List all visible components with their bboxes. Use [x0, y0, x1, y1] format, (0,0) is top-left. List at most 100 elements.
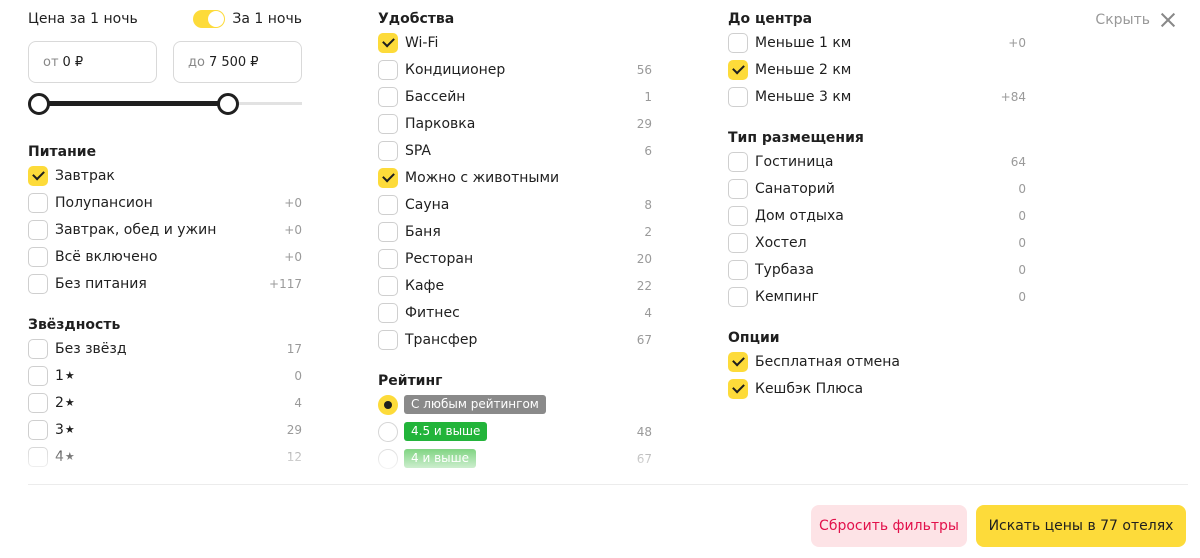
- slider-min-handle[interactable]: [28, 93, 50, 115]
- checkbox[interactable]: [28, 246, 48, 267]
- amenities-option[interactable]: Бассейн 1: [378, 83, 652, 110]
- hide-filters-button[interactable]: Скрыть: [1095, 12, 1176, 28]
- checkbox[interactable]: [728, 378, 748, 399]
- accommodation-option[interactable]: Турбаза 0: [728, 256, 1026, 283]
- checkbox[interactable]: [28, 392, 48, 413]
- amenities-option[interactable]: Wi-Fi: [378, 29, 652, 56]
- checkbox[interactable]: [28, 192, 48, 213]
- checkbox[interactable]: [378, 248, 398, 269]
- amenities-option[interactable]: Баня 2: [378, 218, 652, 245]
- toggle-label: За 1 ночь: [232, 11, 302, 27]
- amenities-option-count: 22: [636, 278, 652, 293]
- options-title: Опции: [728, 330, 780, 346]
- food-option[interactable]: Завтрак: [28, 162, 302, 189]
- stars-option[interactable]: Без звёзд 17: [28, 335, 302, 362]
- checkbox[interactable]: [378, 221, 398, 242]
- amenities-option-label: Сауна: [405, 196, 450, 213]
- checkbox[interactable]: [378, 167, 398, 188]
- distance-list: Меньше 1 км +0 Меньше 2 км Меньше 3 км +84: [728, 29, 1026, 110]
- options-option-label: Кешбэк Плюса: [755, 380, 864, 397]
- checkbox[interactable]: [28, 419, 48, 440]
- price-from-input[interactable]: от 0 ₽: [28, 41, 157, 83]
- amenities-option[interactable]: Кафе 22: [378, 272, 652, 299]
- checkbox[interactable]: [28, 365, 48, 386]
- checkbox[interactable]: [28, 273, 48, 294]
- checkbox[interactable]: [28, 446, 48, 467]
- rating-badge: С любым рейтингом: [404, 395, 546, 414]
- stars-option[interactable]: 1 ★ 0: [28, 362, 302, 389]
- checkbox[interactable]: [728, 286, 748, 307]
- options-option[interactable]: Бесплатная отмена: [728, 348, 1026, 375]
- accommodation-option[interactable]: Кемпинг 0: [728, 283, 1026, 310]
- food-option[interactable]: Полупансион +0: [28, 189, 302, 216]
- radio-button[interactable]: [378, 394, 398, 415]
- checkbox[interactable]: [378, 302, 398, 323]
- checkbox[interactable]: [28, 338, 48, 359]
- food-option[interactable]: Без питания +117: [28, 270, 302, 297]
- checkbox[interactable]: [728, 151, 748, 172]
- per-night-toggle[interactable]: За 1 ночь: [193, 10, 302, 28]
- checkbox[interactable]: [378, 194, 398, 215]
- filters-column-1: Цена за 1 ночь За 1 ночь от 0 ₽ до 7 500…: [28, 0, 302, 470]
- checkbox[interactable]: [728, 205, 748, 226]
- accommodation-option[interactable]: Дом отдыха 0: [728, 202, 1026, 229]
- stars-option-label: 2: [55, 394, 64, 411]
- amenities-option[interactable]: SPA 6: [378, 137, 652, 164]
- checkbox[interactable]: [378, 140, 398, 161]
- checkbox[interactable]: [728, 59, 748, 80]
- radio-button[interactable]: [378, 421, 398, 442]
- checkbox[interactable]: [728, 32, 748, 53]
- amenities-option-count: 2: [644, 224, 652, 239]
- accommodation-option[interactable]: Гостиница 64: [728, 148, 1026, 175]
- accommodation-option[interactable]: Санаторий 0: [728, 175, 1026, 202]
- amenities-option-count: 6: [644, 143, 652, 158]
- toggle-switch[interactable]: [193, 10, 226, 28]
- food-option[interactable]: Всё включено +0: [28, 243, 302, 270]
- checkbox[interactable]: [378, 59, 398, 80]
- checkbox[interactable]: [28, 219, 48, 240]
- checkbox[interactable]: [728, 178, 748, 199]
- distance-option[interactable]: Меньше 2 км: [728, 56, 1026, 83]
- filters-column-3: До центра Меньше 1 км +0 Меньше 2 км Меньше…: [728, 9, 1026, 402]
- rating-option-count: 67: [636, 451, 652, 466]
- radio-button[interactable]: [378, 448, 398, 469]
- accommodation-option[interactable]: Хостел 0: [728, 229, 1026, 256]
- price-slider[interactable]: [28, 83, 302, 123]
- accommodation-option-label: Дом отдыха: [755, 207, 844, 224]
- rating-option[interactable]: 4.5 и выше 48: [378, 418, 652, 445]
- checkbox[interactable]: [728, 86, 748, 107]
- accommodation-list: Гостиница 64 Санаторий 0 Дом отдыха 0 Хостел 0 Т…: [728, 148, 1026, 310]
- checkbox[interactable]: [28, 165, 48, 186]
- stars-option[interactable]: 2 ★ 4: [28, 389, 302, 416]
- amenities-option[interactable]: Трансфер 67: [378, 326, 652, 353]
- checkbox[interactable]: [378, 113, 398, 134]
- search-hotels-button[interactable]: Искать цены в 77 отелях: [976, 505, 1186, 547]
- checkbox[interactable]: [728, 232, 748, 253]
- amenities-option[interactable]: Фитнес 4: [378, 299, 652, 326]
- stars-list: Без звёзд 17 1 ★ 0 2 ★ 4 3 ★ 29 4 ★ 12: [28, 335, 302, 470]
- rating-option[interactable]: С любым рейтингом: [378, 391, 652, 418]
- amenities-option[interactable]: Сауна 8: [378, 191, 652, 218]
- distance-option[interactable]: Меньше 3 км +84: [728, 83, 1026, 110]
- distance-option[interactable]: Меньше 1 км +0: [728, 29, 1026, 56]
- options-option[interactable]: Кешбэк Плюса: [728, 375, 1026, 402]
- price-to-input[interactable]: до 7 500 ₽: [173, 41, 302, 83]
- stars-option[interactable]: 3 ★ 29: [28, 416, 302, 443]
- food-option[interactable]: Завтрак, обед и ужин +0: [28, 216, 302, 243]
- amenities-option[interactable]: Парковка 29: [378, 110, 652, 137]
- amenities-option[interactable]: Ресторан 20: [378, 245, 652, 272]
- rating-option[interactable]: 4 и выше 67: [378, 445, 652, 472]
- checkbox[interactable]: [728, 259, 748, 280]
- reset-filters-button[interactable]: Сбросить фильтры: [811, 505, 967, 547]
- slider-max-handle[interactable]: [217, 93, 239, 115]
- checkbox[interactable]: [728, 351, 748, 372]
- amenities-option[interactable]: Можно с животными: [378, 164, 652, 191]
- checkbox[interactable]: [378, 32, 398, 53]
- stars-option[interactable]: 4 ★ 12: [28, 443, 302, 470]
- amenities-option[interactable]: Кондиционер 56: [378, 56, 652, 83]
- food-option-label: Всё включено: [55, 248, 158, 265]
- checkbox[interactable]: [378, 275, 398, 296]
- checkbox[interactable]: [378, 329, 398, 350]
- checkbox[interactable]: [378, 86, 398, 107]
- close-icon[interactable]: [1160, 12, 1176, 28]
